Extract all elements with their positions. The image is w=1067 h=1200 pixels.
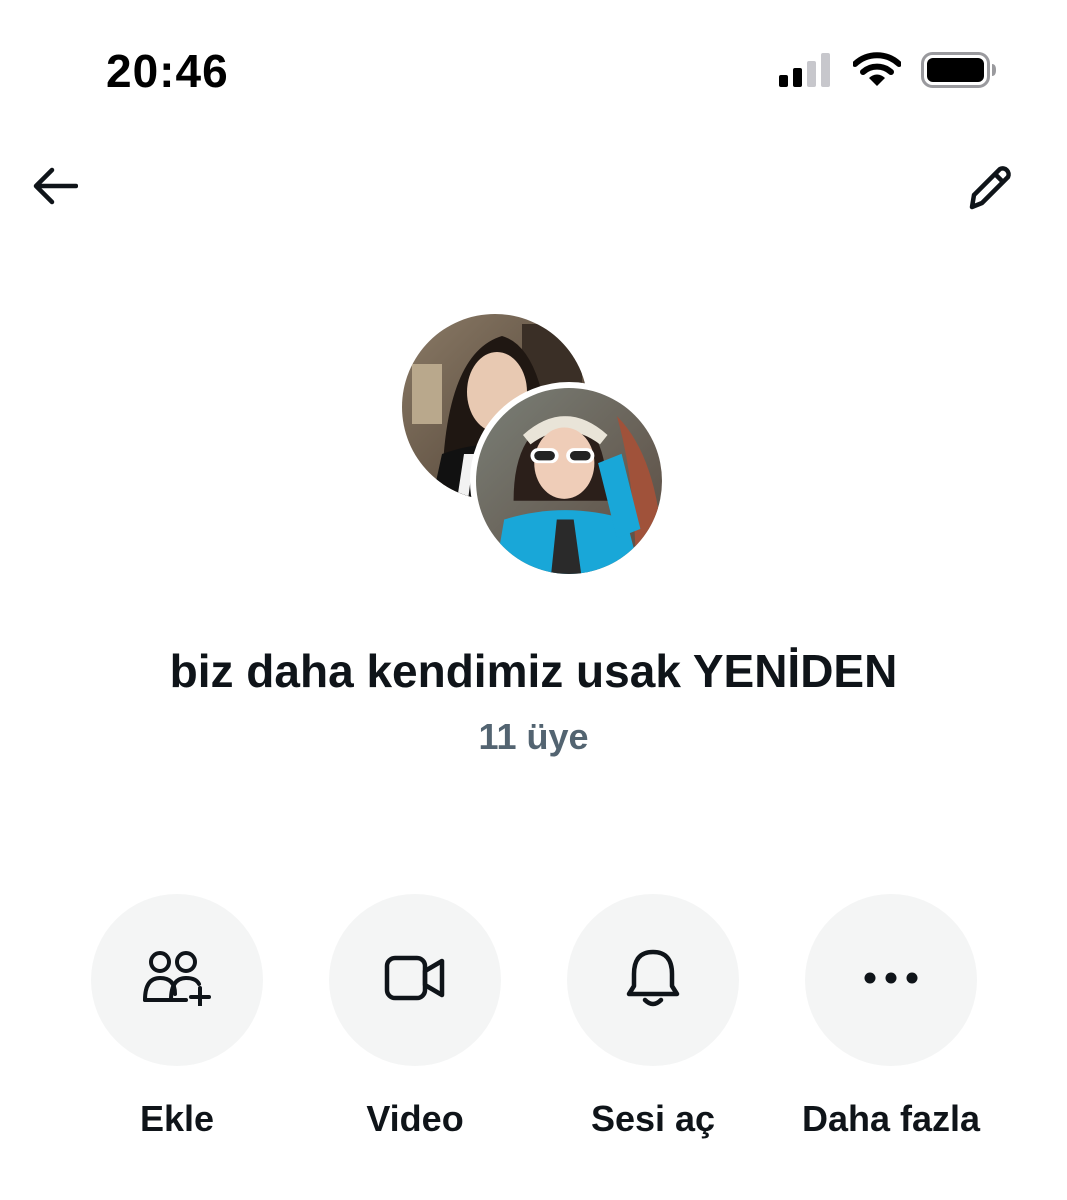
add-button-circle[interactable] (91, 894, 263, 1066)
status-bar: 20:46 (0, 0, 1067, 140)
battery-icon (921, 51, 997, 93)
status-time: 20:46 (106, 45, 229, 97)
add-people-icon (142, 950, 212, 1011)
pencil-icon (964, 159, 1018, 218)
more-button-circle[interactable] (805, 894, 977, 1066)
add-button-label: Ekle (139, 1098, 215, 1139)
wifi-icon (852, 51, 902, 93)
more-horizontal-icon (863, 971, 919, 990)
cellular-signal-icon (779, 52, 833, 92)
video-button-circle[interactable] (329, 894, 501, 1066)
add-button[interactable]: Ekle (47, 894, 307, 1140)
back-button[interactable] (22, 156, 86, 220)
group-title: biz daha kendimiz usak YENİDEN (169, 645, 898, 697)
unmute-button-label: Sesi aç (590, 1098, 716, 1139)
group-avatar[interactable] (400, 312, 670, 582)
status-icons (779, 50, 997, 94)
video-button-label: Video (366, 1098, 464, 1139)
unmute-button-circle[interactable] (567, 894, 739, 1066)
video-camera-icon (384, 955, 446, 1006)
more-button[interactable]: Daha fazla (761, 894, 1021, 1140)
video-button[interactable]: Video (285, 894, 545, 1140)
member-count[interactable]: 11 üye (0, 716, 1067, 758)
edit-group-button[interactable] (959, 156, 1023, 220)
arrow-left-icon (30, 166, 79, 211)
action-bar: Ekle Video Sesi aç Daha fazla (0, 894, 1067, 1174)
more-button-label: Daha fazla (801, 1098, 981, 1139)
bell-icon (626, 948, 680, 1013)
unmute-button[interactable]: Sesi aç (523, 894, 783, 1140)
member-avatar-2 (470, 382, 668, 580)
